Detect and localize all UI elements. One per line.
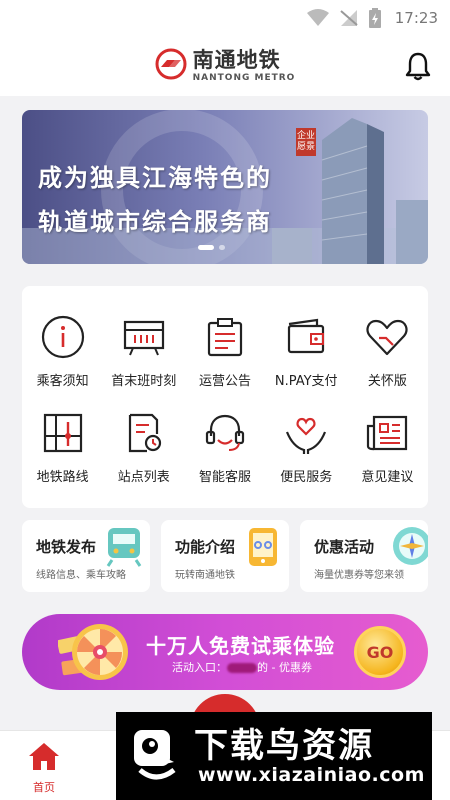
- no-signal-icon: [339, 9, 359, 27]
- feature-subtitle: 玩转南通地铁: [175, 570, 235, 581]
- promo-go-button[interactable]: GO: [354, 626, 406, 678]
- station-list-icon: [121, 410, 167, 456]
- service-label: 关怀版: [367, 374, 407, 389]
- carousel-dot-active: [198, 245, 214, 250]
- heart-icon: [364, 314, 410, 360]
- banner-carousel[interactable]: 企业愿景 成为独具江海特色的 轨道城市综合服务商: [22, 110, 428, 264]
- feature-card-metro-release[interactable]: 地铁发布 线路信息、乘车攻略: [22, 520, 150, 592]
- service-station-list[interactable]: 站点列表: [103, 394, 184, 490]
- newspaper-icon: [364, 410, 410, 456]
- service-label: 站点列表: [117, 470, 170, 485]
- service-label: 便民服务: [280, 470, 333, 485]
- service-convenience[interactable]: 便民服务: [266, 394, 347, 490]
- service-passenger-notice[interactable]: 乘客须知: [22, 298, 103, 394]
- route-map-icon: [40, 410, 86, 456]
- banner-headline-1: 成为独具江海特色的: [38, 163, 272, 192]
- service-label: 地铁路线: [36, 470, 89, 485]
- service-feedback[interactable]: 意见建议: [347, 394, 428, 490]
- brand-name: 南通地铁: [192, 47, 281, 72]
- headset-icon: [202, 410, 248, 456]
- home-icon: [27, 741, 61, 775]
- bird-logo-icon: [126, 726, 184, 792]
- promo-title: 十万人免费试乘体验: [146, 634, 335, 658]
- service-announcement[interactable]: 运营公告: [184, 298, 265, 394]
- feature-card-promotions[interactable]: 优惠活动 海量优惠券等您来领: [300, 520, 428, 592]
- promo-sub-prefix: 活动入口：: [172, 661, 227, 674]
- notice-icon: [202, 314, 248, 360]
- service-label: 首末班时刻: [111, 374, 177, 389]
- watermark-url: www.xiazainiao.com: [198, 764, 425, 786]
- wallet-icon: [283, 314, 329, 360]
- service-metro-route[interactable]: 地铁路线: [22, 394, 103, 490]
- feature-card-function-intro[interactable]: 功能介绍 玩转南通地铁: [161, 520, 289, 592]
- brand: 南通地铁 NANTONG METRO: [155, 48, 296, 84]
- train-icon: [104, 524, 144, 572]
- feature-title: 优惠活动: [314, 538, 375, 556]
- promo-banner[interactable]: 十万人免费试乘体验 活动入口： 的 - 优惠券 GO: [22, 614, 428, 690]
- banner-tag: 企业愿景: [296, 128, 316, 156]
- wifi-icon: [306, 9, 329, 27]
- carousel-dot: [219, 245, 225, 250]
- watermark-overlay: 下载鸟资源 www.xiazainiao.com: [116, 712, 432, 800]
- promo-sub-suffix: 的 - 优惠券: [257, 661, 312, 674]
- battery-icon: [368, 8, 381, 28]
- service-label: N.PAY支付: [274, 374, 338, 389]
- app-header: 南通地铁 NANTONG METRO: [0, 36, 450, 96]
- service-smart-support[interactable]: 智能客服: [184, 394, 265, 490]
- status-time: 17:23: [394, 9, 438, 27]
- redacted-text: [227, 663, 257, 673]
- watermark-title: 下载鸟资源: [194, 726, 374, 766]
- banner-headline-2: 轨道城市综合服务商: [38, 207, 272, 236]
- brand-name-en: NANTONG METRO: [192, 72, 296, 83]
- phone-icon: [243, 524, 283, 572]
- tab-home-label: 首页: [33, 781, 55, 794]
- status-bar: 17:23: [0, 0, 450, 36]
- feature-subtitle: 线路信息、乘车攻略: [36, 570, 126, 581]
- tab-home[interactable]: 首页: [22, 741, 66, 795]
- prize-wheel-icon: [57, 616, 134, 692]
- service-label: 乘客须知: [36, 374, 89, 389]
- hands-heart-icon: [283, 410, 329, 456]
- service-label: 智能客服: [198, 470, 251, 485]
- compass-icon: [390, 524, 428, 572]
- service-label: 运营公告: [198, 374, 251, 389]
- service-label: 意见建议: [361, 470, 414, 485]
- info-icon: [40, 314, 86, 360]
- carousel-indicator: [198, 245, 225, 250]
- feature-title: 地铁发布: [36, 538, 97, 556]
- service-npay[interactable]: N.PAY支付: [266, 298, 347, 394]
- feature-subtitle: 海量优惠券等您来领: [314, 570, 404, 581]
- bell-icon[interactable]: [402, 50, 434, 86]
- service-timetable[interactable]: 首末班时刻: [103, 298, 184, 394]
- service-care-mode[interactable]: 关怀版: [347, 298, 428, 394]
- feature-title: 功能介绍: [175, 538, 236, 556]
- promo-subtitle: 活动入口： 的 - 优惠券: [172, 659, 312, 675]
- service-grid-card: 乘客须知 首末班时刻 运营公告 N.PAY支付 关怀版 地铁路线 站点列表 智能…: [22, 286, 428, 508]
- metro-logo-icon: [155, 48, 187, 84]
- timetable-icon: [121, 314, 167, 360]
